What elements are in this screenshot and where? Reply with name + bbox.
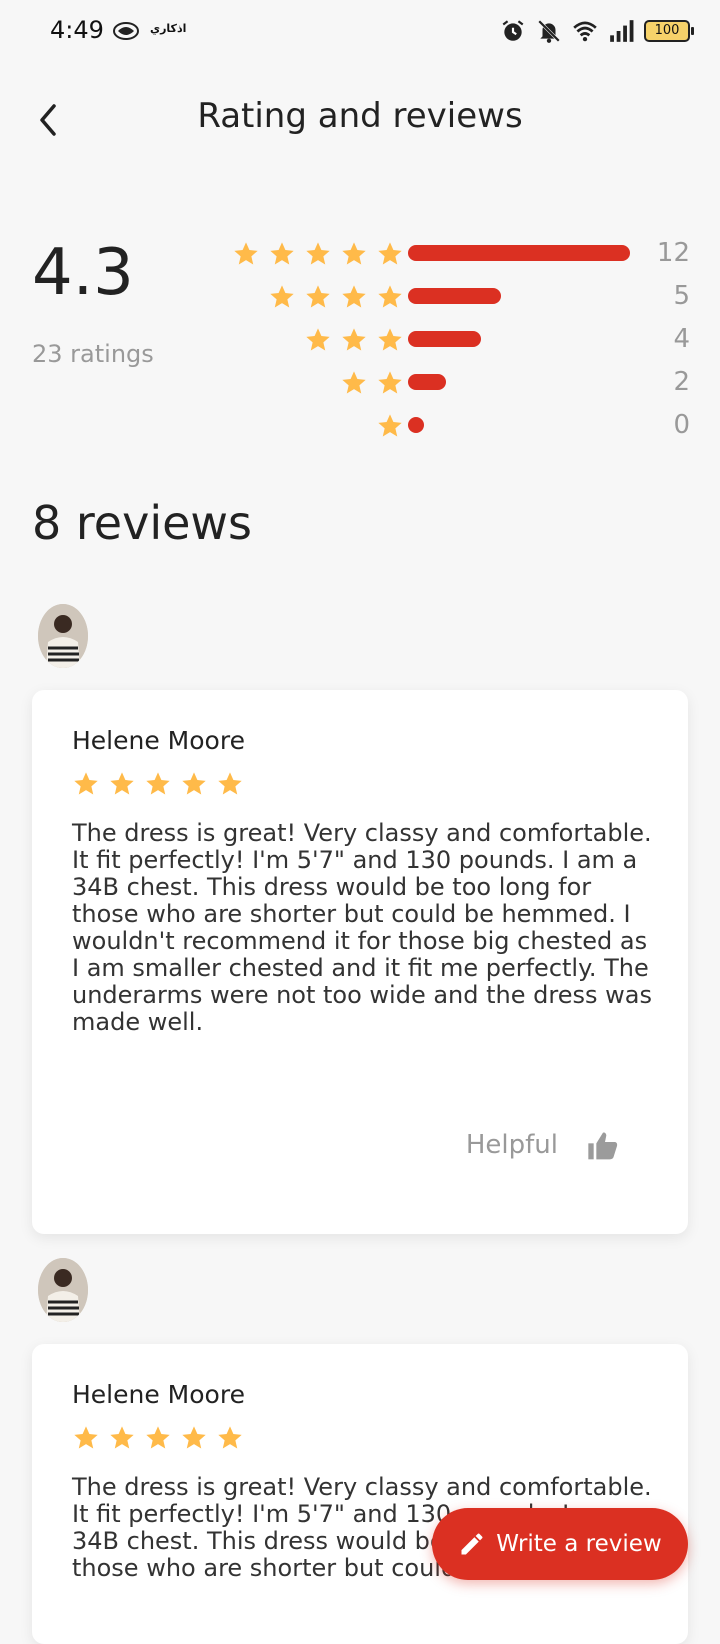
star-icon <box>378 371 402 394</box>
star-icon <box>74 1426 98 1449</box>
avatar <box>38 604 88 668</box>
alarm-icon <box>502 20 524 41</box>
star-icon <box>306 285 330 308</box>
distribution-bar-track <box>408 331 636 347</box>
battery-indicator: 100 <box>644 20 694 42</box>
distribution-row-1-star: 0 <box>220 408 690 448</box>
star-icon <box>378 328 402 351</box>
star-icon <box>378 285 402 308</box>
star-icon <box>218 772 242 795</box>
status-brand-text: اذكاري <box>150 22 187 35</box>
distribution-stars <box>232 240 404 268</box>
app-logo-icon <box>113 22 139 40</box>
reviewer-name: Helene Moore <box>72 726 245 755</box>
star-icon <box>110 1426 134 1449</box>
thumbs-up-icon[interactable] <box>586 1130 620 1162</box>
distribution-stars <box>340 369 404 397</box>
distribution-bar <box>408 245 630 261</box>
distribution-stars <box>268 283 404 311</box>
star-icon <box>342 371 366 394</box>
star-icon <box>378 242 402 265</box>
distribution-bar <box>408 331 482 347</box>
star-icon <box>270 242 294 265</box>
distribution-count: 2 <box>673 367 690 397</box>
bell-off-icon <box>538 20 560 43</box>
star-icon <box>342 328 366 351</box>
status-time: 4:49 <box>50 16 104 44</box>
star-icon <box>218 1426 242 1449</box>
star-icon <box>342 285 366 308</box>
reviews-heading: 8 reviews <box>32 496 252 550</box>
page-title: Rating and reviews <box>197 96 523 136</box>
distribution-count: 0 <box>673 410 690 440</box>
status-bar: 4:49 اذكاري 100 <box>0 0 720 64</box>
distribution-bar <box>408 417 424 433</box>
star-icon <box>306 242 330 265</box>
distribution-stars <box>376 412 404 440</box>
review-card: Helene Moore The dress is great! Very cl… <box>32 1344 688 1644</box>
avatar-image <box>38 1258 88 1322</box>
helpful-label: Helpful <box>465 1130 558 1160</box>
distribution-bar-track <box>408 288 636 304</box>
average-rating: 4.3 <box>32 236 134 310</box>
distribution-bar-track <box>408 374 636 390</box>
avatar <box>38 1258 88 1322</box>
star-icon <box>182 772 206 795</box>
distribution-count: 5 <box>673 281 690 311</box>
star-icon <box>342 242 366 265</box>
star-icon <box>146 772 170 795</box>
review-text: The dress is great! Very classy and comf… <box>72 819 652 1036</box>
distribution-bar-track <box>408 417 636 433</box>
star-icon <box>74 772 98 795</box>
distribution-row-2-star: 2 <box>220 365 690 405</box>
star-icon <box>270 285 294 308</box>
distribution-bar <box>408 374 446 390</box>
distribution-row-5-star: 12 <box>220 236 690 276</box>
star-icon <box>378 414 402 437</box>
star-icon <box>182 1426 206 1449</box>
distribution-count: 4 <box>673 324 690 354</box>
write-review-button[interactable]: Write a review <box>432 1508 688 1580</box>
distribution-row-4-star: 5 <box>220 279 690 319</box>
pencil-icon <box>461 1533 483 1555</box>
distribution-count: 12 <box>656 238 690 268</box>
wifi-icon <box>573 21 597 42</box>
star-icon <box>110 772 134 795</box>
distribution-stars <box>304 326 404 354</box>
star-icon <box>306 328 330 351</box>
distribution-bar-track <box>408 245 636 261</box>
review-rating <box>72 770 244 798</box>
review-rating <box>72 1424 244 1452</box>
star-icon <box>146 1426 170 1449</box>
reviewer-name: Helene Moore <box>72 1380 245 1409</box>
star-icon <box>234 242 258 265</box>
write-review-label: Write a review <box>496 1531 662 1557</box>
review-card: Helene Moore The dress is great! Very cl… <box>32 690 688 1234</box>
distribution-row-3-star: 4 <box>220 322 690 362</box>
signal-icon <box>610 20 634 42</box>
status-icons: 100 <box>500 18 694 44</box>
ratings-count: 23 ratings <box>32 340 154 368</box>
avatar-image <box>38 604 88 668</box>
distribution-bar <box>408 288 502 304</box>
